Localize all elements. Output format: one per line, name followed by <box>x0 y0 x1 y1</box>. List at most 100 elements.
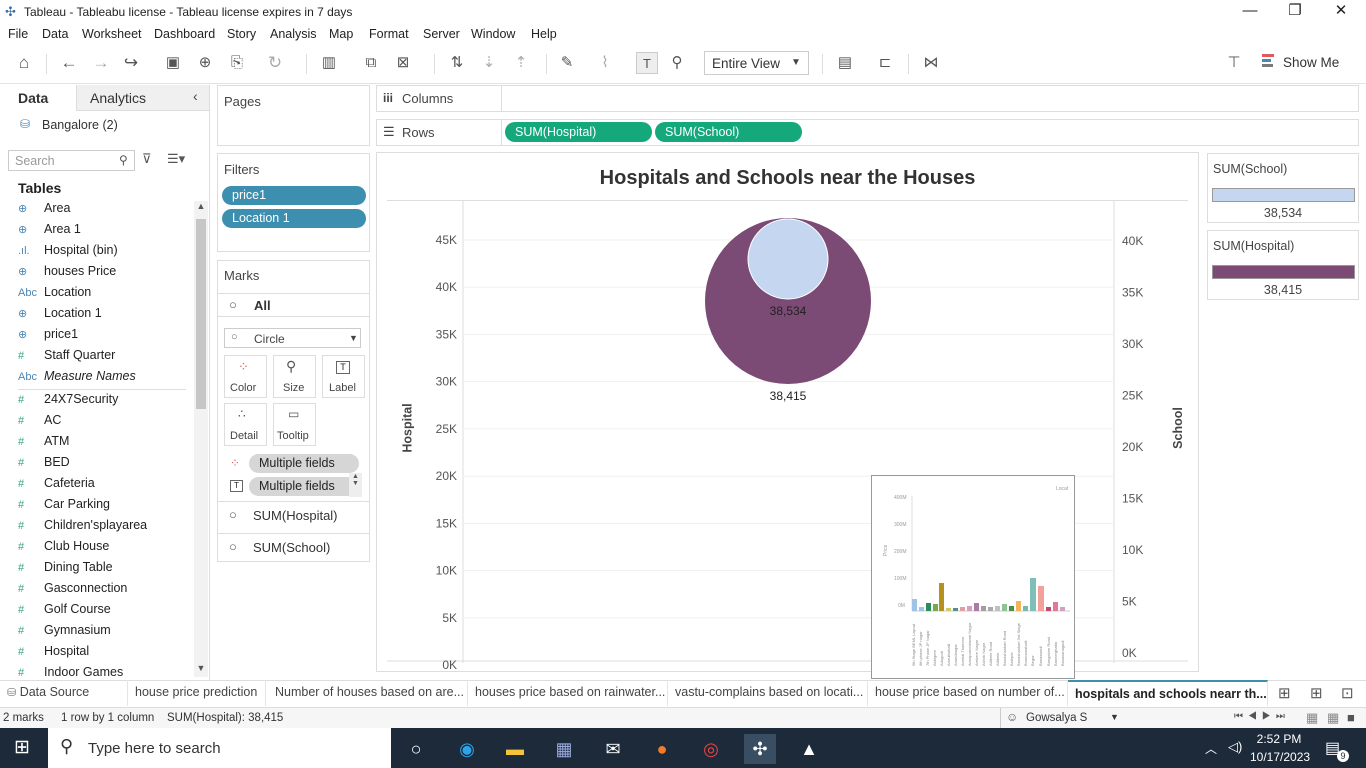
field-item[interactable]: # Gasconnection <box>18 581 127 595</box>
legend-school[interactable]: SUM(School) 38,534 <box>1207 153 1359 223</box>
volume-icon[interactable]: ◁) <box>1228 739 1242 755</box>
menu-story[interactable]: Story <box>227 27 256 41</box>
field-item[interactable]: # ATM <box>18 434 69 448</box>
home-icon[interactable]: ⌂ <box>13 52 35 74</box>
mark-school-circle[interactable] <box>747 218 829 300</box>
taskbar-date[interactable]: 10/17/2023 <box>1250 750 1310 764</box>
share-icon[interactable]: ⋈ <box>920 52 942 74</box>
save-icon[interactable]: ▣ <box>162 52 184 74</box>
field-item[interactable]: ⊕ houses Price <box>18 264 116 278</box>
windows-start-icon[interactable]: ⊞ <box>14 736 30 759</box>
field-item[interactable]: Abc Measure Names <box>18 369 136 383</box>
marks-hospital-row[interactable]: ○ SUM(Hospital) <box>218 501 369 527</box>
new-worksheet-icon[interactable]: ⊞ <box>1278 684 1291 702</box>
field-item[interactable]: # Children'splayarea <box>18 518 147 532</box>
task-view-icon[interactable]: ○ <box>400 734 432 764</box>
clear-sheet-icon[interactable]: ⊠ <box>392 52 414 74</box>
sort-desc-icon[interactable]: ⇡ <box>510 52 532 74</box>
undo-icon[interactable]: ← <box>58 52 80 74</box>
field-item[interactable]: ⊕ price1 <box>18 327 78 341</box>
grid-view-icon[interactable]: ▦ <box>1327 710 1339 726</box>
fit-select[interactable]: Entire View ▼ <box>704 51 809 75</box>
highlight-icon[interactable]: ✎ <box>556 52 578 74</box>
tab-sheet-3[interactable]: houses price based on rainwater... <box>468 680 668 706</box>
new-worksheet-icon[interactable]: ▥ <box>318 52 340 74</box>
rows-pill-school[interactable]: SUM(School) <box>655 122 802 142</box>
rows-shelf[interactable]: ☰ Rows SUM(Hospital) SUM(School) <box>376 119 1359 146</box>
field-item[interactable]: ⊕ Area 1 <box>18 222 81 236</box>
edge-icon[interactable]: ◉ <box>451 734 483 764</box>
tray-chevron-icon[interactable]: ︿ <box>1205 740 1217 757</box>
tooltip-button[interactable]: ▭ Tooltip <box>273 403 316 446</box>
replay-icon[interactable]: ↪ <box>120 52 142 74</box>
show-me-icon[interactable] <box>1262 54 1276 70</box>
filter-icon[interactable]: ⊽ <box>142 151 152 167</box>
filter-pill-price1[interactable]: price1 <box>222 186 366 205</box>
group-icon[interactable]: ⌇ <box>594 52 616 74</box>
field-item[interactable]: # Golf Course <box>18 602 111 616</box>
tab-sheet-6-active[interactable]: hospitals and schools nearr th... <box>1068 680 1268 706</box>
taskbar-time[interactable]: 2:52 PM <box>1250 732 1308 746</box>
field-item[interactable]: ⊕ Location 1 <box>18 306 102 320</box>
size-button[interactable]: ⚲ Size <box>273 355 316 398</box>
redo-icon[interactable]: → <box>90 52 112 74</box>
menu-analysis[interactable]: Analysis <box>270 27 317 41</box>
color-button[interactable]: ⁘ Color <box>224 355 267 398</box>
sheet-navigation-icons[interactable]: ⏮◀▶⏭ <box>1234 711 1290 722</box>
menu-help[interactable]: Help <box>531 27 557 41</box>
field-item[interactable]: # Dining Table <box>18 560 113 574</box>
pill-scrollbar[interactable]: ▲ ▼ <box>349 473 362 497</box>
rows-pill-hospital[interactable]: SUM(Hospital) <box>505 122 652 142</box>
marks-all-row[interactable]: ○ All <box>218 293 369 317</box>
tab-view-icon[interactable]: ■ <box>1347 710 1355 725</box>
show-labels-icon[interactable]: T <box>636 52 658 74</box>
field-item[interactable]: # Club House <box>18 539 109 553</box>
sort-asc-icon[interactable]: ⇣ <box>478 52 500 74</box>
chevron-down-icon[interactable]: ▼ <box>1110 712 1119 722</box>
menu-dashboard[interactable]: Dashboard <box>154 27 215 41</box>
datasource-name[interactable]: Bangalore (2) <box>42 118 118 132</box>
mail-icon[interactable]: ✉ <box>597 734 629 764</box>
file-explorer-icon[interactable]: ▬ <box>499 734 531 764</box>
field-item[interactable]: #24X7Security <box>18 392 118 406</box>
field-item[interactable]: # Car Parking <box>18 497 110 511</box>
menu-data[interactable]: Data <box>42 27 68 41</box>
refresh-icon[interactable]: ↻ <box>264 52 286 74</box>
new-dashboard-icon[interactable]: ⊞ <box>1310 684 1323 702</box>
pause-updates-icon[interactable]: ⎘ <box>226 52 248 74</box>
taskbar-search-input[interactable]: ⚲ Type here to search <box>48 728 391 768</box>
show-me-button[interactable]: Show Me <box>1283 55 1339 70</box>
field-item[interactable]: Abc Location <box>18 285 91 299</box>
tab-analytics[interactable]: Analytics ‹ <box>76 85 209 111</box>
menu-format[interactable]: Format <box>369 27 409 41</box>
field-item[interactable]: ⊕ Area <box>18 201 70 215</box>
restore-button[interactable]: ❐ <box>1272 0 1318 24</box>
field-item[interactable]: # Gymnasium <box>18 623 111 637</box>
show-cards-icon[interactable]: ▤ <box>834 52 856 74</box>
swap-icon[interactable]: ⇅ <box>446 52 468 74</box>
field-item[interactable]: # BED <box>18 455 70 469</box>
field-item[interactable]: .ıl. Hospital (bin) <box>18 243 118 257</box>
legend-hospital[interactable]: SUM(Hospital) 38,415 <box>1207 230 1359 300</box>
filters-card[interactable]: Filters price1 Location 1 <box>217 153 370 252</box>
field-search-input[interactable]: Search ⚲ <box>8 150 135 171</box>
format-painter-icon[interactable]: ⊤ <box>1223 52 1245 74</box>
filter-pill-location1[interactable]: Location 1 <box>222 209 366 228</box>
field-item[interactable]: # Staff Quarter <box>18 348 115 362</box>
photos-icon[interactable]: ▲ <box>793 734 825 764</box>
minimize-button[interactable]: — <box>1227 0 1273 24</box>
new-story-icon[interactable]: ⊡ <box>1341 684 1354 702</box>
menu-file[interactable]: File <box>8 27 28 41</box>
field-item[interactable]: # Indoor Games <box>18 665 123 679</box>
firefox-icon[interactable]: ● <box>646 734 678 764</box>
menu-window[interactable]: Window <box>471 27 515 41</box>
new-datasource-icon[interactable]: ⊕ <box>194 52 216 74</box>
pages-card[interactable]: Pages <box>217 85 370 146</box>
detail-button[interactable]: ∴ Detail <box>224 403 267 446</box>
presentation-icon[interactable]: ⊏ <box>874 52 896 74</box>
label-button[interactable]: T Label <box>322 355 365 398</box>
status-user[interactable]: Gowsalya S <box>1026 712 1087 724</box>
tab-data[interactable]: Data <box>0 85 76 111</box>
tableau-taskbar-icon[interactable]: ✣ <box>744 734 776 764</box>
tab-sheet-5[interactable]: house price based on number of... <box>868 680 1068 706</box>
